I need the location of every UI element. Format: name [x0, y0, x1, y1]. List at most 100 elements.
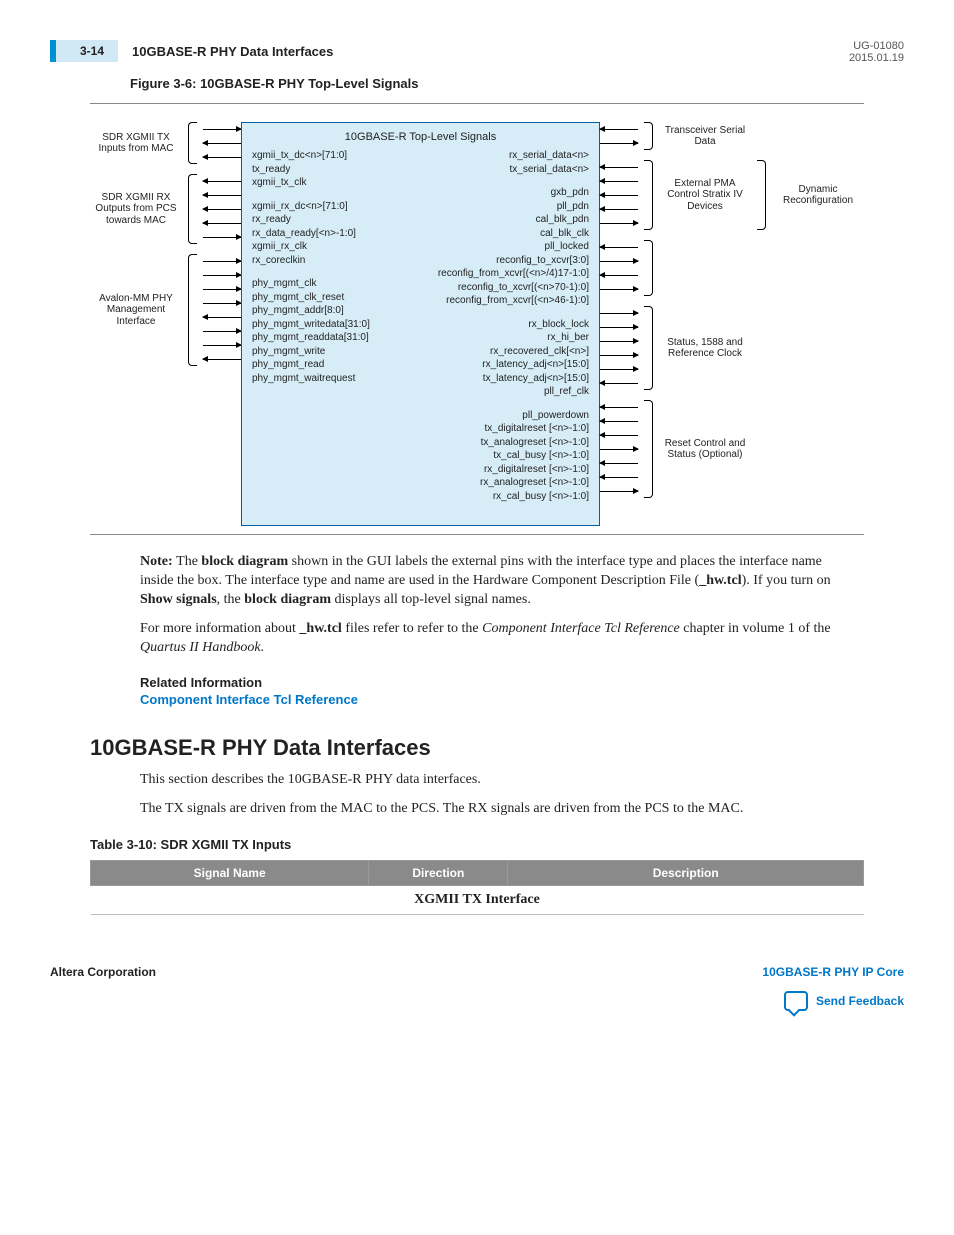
- signal-name: phy_mgmt_clk_reset: [252, 291, 370, 305]
- arrow-right-icon: [600, 491, 638, 492]
- signal-name: rx_analogreset [<n>-1:0]: [438, 476, 589, 490]
- section-p2: The TX signals are driven from the MAC t…: [140, 800, 834, 819]
- doc-date: 2015.01.19: [849, 52, 904, 64]
- footer-right: 10GBASE-R PHY IP Core Send Feedback: [762, 965, 904, 1011]
- arrow-right-icon: [600, 289, 638, 290]
- signal-name: rx_coreclkin: [252, 254, 370, 268]
- arrow-left-icon: [600, 129, 638, 130]
- related-info-link[interactable]: Component Interface Tcl Reference: [140, 692, 834, 707]
- arrow-right-icon: [203, 237, 241, 238]
- arrow-left-icon: [600, 435, 638, 436]
- signal-name: cal_blk_pdn: [438, 213, 589, 227]
- arrow-left-icon: [203, 181, 241, 182]
- signal-name: reconfig_from_xcvr[(<n>/4)17-1:0]: [438, 267, 589, 281]
- group-label: External PMA Control Stratix IV Devices: [659, 178, 751, 213]
- signal-name: tx_cal_busy [<n>-1:0]: [438, 449, 589, 463]
- signal-name: tx_analogreset [<n>-1:0]: [438, 436, 589, 450]
- signal-name: xgmii_tx_clk: [252, 176, 370, 190]
- arrow-right-icon: [600, 355, 638, 356]
- group-label: Dynamic Reconfiguration: [772, 184, 864, 207]
- header-title: 10GBASE-R PHY Data Interfaces: [132, 44, 333, 59]
- section-p1: This section describes the 10GBASE-R PHY…: [140, 771, 834, 790]
- arrow-left-icon: [600, 477, 638, 478]
- group-label: SDR XGMII TX Inputs from MAC: [90, 132, 182, 155]
- body-text: Note: The block diagram shown in the GUI…: [140, 553, 834, 707]
- separator: [90, 534, 864, 535]
- signal-name: phy_mgmt_read: [252, 358, 370, 372]
- table-section-row: XGMII TX Interface: [91, 886, 864, 915]
- signal-name: rx_digitalreset [<n>-1:0]: [438, 463, 589, 477]
- section-heading: 10GBASE-R PHY Data Interfaces: [90, 735, 904, 761]
- table-header-row: Signal NameDirectionDescription: [91, 861, 864, 886]
- arrow-left-icon: [600, 209, 638, 210]
- group-label: SDR XGMII RX Outputs from PCS towards MA…: [90, 192, 182, 227]
- signal-name: cal_blk_clk: [438, 227, 589, 241]
- signal-name: pll_pdn: [438, 200, 589, 214]
- group-label: Avalon-MM PHY Management Interface: [90, 293, 182, 328]
- diagram-title: 10GBASE-R Top-Level Signals: [252, 131, 589, 143]
- arrow-left-icon: [600, 383, 638, 384]
- signal-name: phy_mgmt_readdata[31:0]: [252, 331, 370, 345]
- table-header-cell: Direction: [369, 861, 508, 886]
- arrow-left-icon: [203, 209, 241, 210]
- arrow-left-icon: [600, 421, 638, 422]
- arrow-left-icon: [600, 195, 638, 196]
- arrow-left-icon: [600, 247, 638, 248]
- table-caption: Table 3-10: SDR XGMII TX Inputs: [90, 837, 904, 852]
- signal-name: rx_hi_ber: [438, 331, 589, 345]
- arrow-left-icon: [203, 157, 241, 158]
- signal-name: pll_locked: [438, 240, 589, 254]
- signal-name: rx_cal_busy [<n>-1:0]: [438, 490, 589, 504]
- arrow-left-icon: [203, 143, 241, 144]
- table-header-cell: Description: [508, 861, 864, 886]
- page-header: 3-14 10GBASE-R PHY Data Interfaces UG-01…: [50, 40, 904, 64]
- arrow-right-icon: [600, 223, 638, 224]
- signal-name: pll_powerdown: [438, 409, 589, 423]
- header-right: UG-01080 2015.01.19: [849, 40, 904, 64]
- arrow-left-icon: [600, 463, 638, 464]
- signal-name: rx_data_ready[<n>-1:0]: [252, 227, 370, 241]
- signal-name: rx_recovered_clk[<n>]: [438, 345, 589, 359]
- footer-company: Altera Corporation: [50, 965, 156, 979]
- signal-name: xgmii_rx_dc<n>[71:0]: [252, 200, 370, 214]
- arrow-left-icon: [600, 275, 638, 276]
- note-paragraph: Note: The block diagram shown in the GUI…: [140, 553, 834, 610]
- arrow-left-icon: [203, 195, 241, 196]
- section-body: This section describes the 10GBASE-R PHY…: [140, 771, 834, 819]
- signal-name: tx_latency_adj<n>[15:0]: [438, 372, 589, 386]
- send-feedback-link[interactable]: Send Feedback: [762, 991, 904, 1011]
- signal-name: phy_mgmt_write: [252, 345, 370, 359]
- signal-name: phy_mgmt_waitrequest: [252, 372, 370, 386]
- feedback-icon: [784, 991, 808, 1011]
- signal-name: rx_latency_adj<n>[15:0]: [438, 358, 589, 372]
- arrow-right-icon: [600, 313, 638, 314]
- signal-name: reconfig_to_xcvr[3:0]: [438, 254, 589, 268]
- paragraph-2: For more information about _hw.tcl files…: [140, 620, 834, 658]
- arrow-left-icon: [600, 407, 638, 408]
- related-info-heading: Related Information: [140, 675, 834, 690]
- figure-caption: Figure 3-6: 10GBASE-R PHY Top-Level Sign…: [130, 76, 904, 91]
- center-right-signals: rx_serial_data<n>tx_serial_data<n>gxb_pd…: [438, 149, 589, 513]
- footer-link[interactable]: 10GBASE-R PHY IP Core: [762, 965, 904, 979]
- table-section-cell: XGMII TX Interface: [91, 886, 864, 915]
- signal-name: rx_block_lock: [438, 318, 589, 332]
- arrow-right-icon: [203, 289, 241, 290]
- diagram-left-column: SDR XGMII TX Inputs from MAC SDR XGMII RX…: [90, 122, 241, 526]
- signal-name: reconfig_to_xcvr[(<n>70-1):0]: [438, 281, 589, 295]
- signal-name: phy_mgmt_addr[8:0]: [252, 304, 370, 318]
- table-header-cell: Signal Name: [91, 861, 369, 886]
- signal-table: Signal NameDirectionDescription XGMII TX…: [90, 860, 864, 915]
- arrow-right-icon: [203, 331, 241, 332]
- arrow-right-icon: [203, 275, 241, 276]
- arrow-right-icon: [600, 327, 638, 328]
- block-diagram: SDR XGMII TX Inputs from MAC SDR XGMII RX…: [90, 122, 864, 526]
- signal-name: tx_digitalreset [<n>-1:0]: [438, 422, 589, 436]
- arrow-right-icon: [600, 143, 638, 144]
- arrow-right-icon: [600, 369, 638, 370]
- arrow-right-icon: [600, 341, 638, 342]
- center-left-signals: xgmii_tx_dc<n>[71:0]tx_readyxgmii_tx_clk…: [252, 149, 370, 513]
- signal-name: tx_serial_data<n>: [438, 163, 589, 177]
- signal-name: xgmii_rx_clk: [252, 240, 370, 254]
- arrow-left-icon: [203, 317, 241, 318]
- arrow-right-icon: [600, 449, 638, 450]
